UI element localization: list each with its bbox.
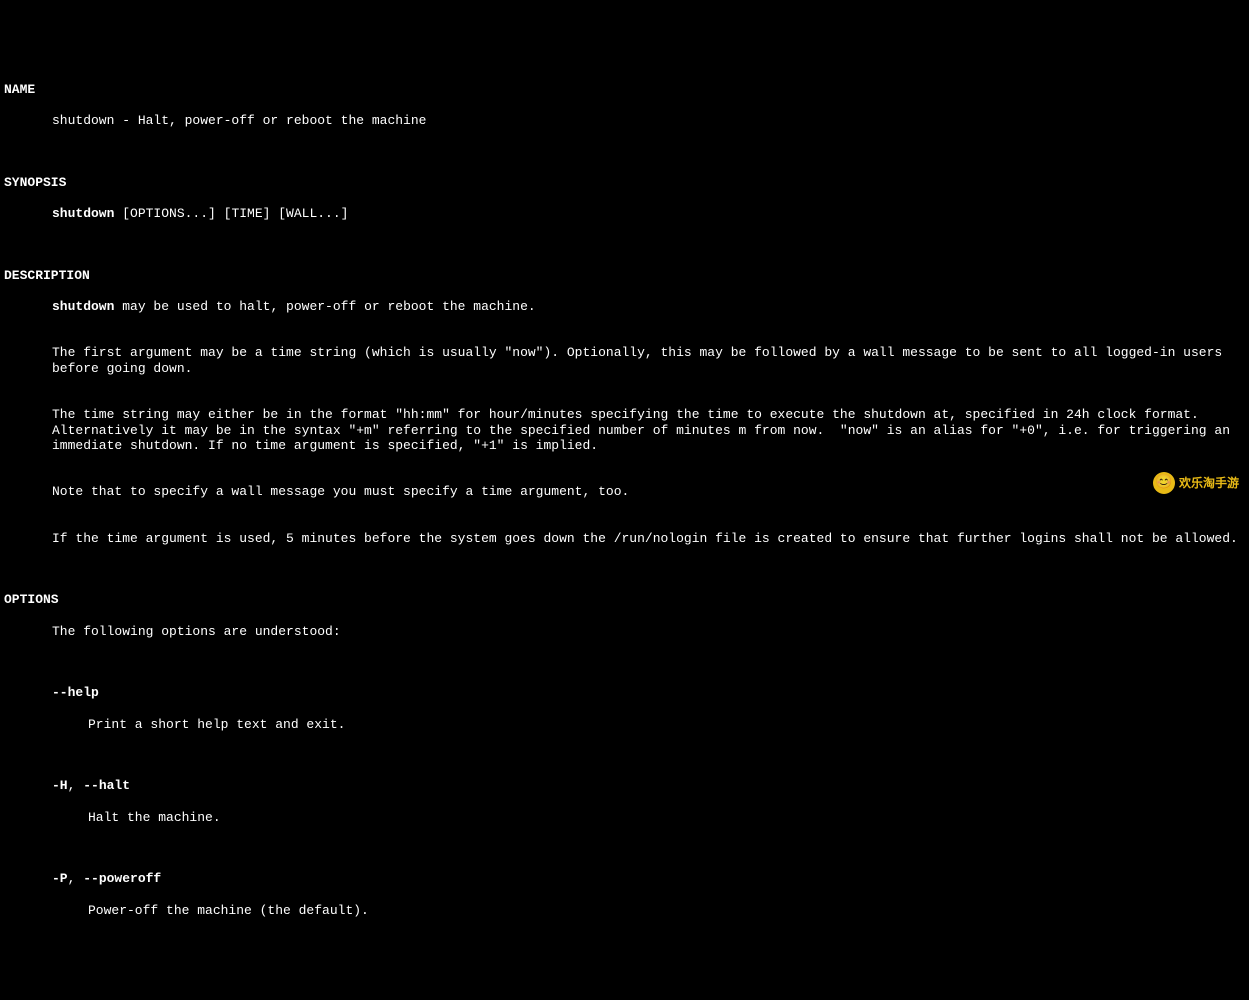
- smiley-icon: 😊: [1153, 472, 1175, 494]
- name-header: NAME: [4, 82, 1245, 98]
- synopsis-line: shutdown [OPTIONS...] [TIME] [WALL...]: [4, 206, 1245, 222]
- description-para2: The time string may either be in the for…: [4, 407, 1245, 454]
- synopsis-args: [OPTIONS...] [TIME] [WALL...]: [114, 206, 348, 221]
- description-para3: Note that to specify a wall message you …: [4, 484, 1245, 500]
- description-header: DESCRIPTION: [4, 268, 1245, 284]
- description-para4: If the time argument is used, 5 minutes …: [4, 531, 1245, 547]
- description-intro-text: may be used to halt, power-off or reboot…: [114, 299, 535, 314]
- man-page: NAME shutdown - Halt, power-off or reboo…: [4, 66, 1245, 933]
- description-intro: shutdown may be used to halt, power-off …: [4, 299, 1245, 315]
- synopsis-cmd: shutdown: [52, 206, 114, 221]
- options-intro: The following options are understood:: [4, 624, 1245, 640]
- option-help-flags: --help: [4, 685, 1245, 701]
- option-halt-flags: -H, --halt: [4, 778, 1245, 794]
- option-poweroff-flags: -P, --poweroff: [4, 871, 1245, 887]
- description-cmd: shutdown: [52, 299, 114, 314]
- option-halt-desc: Halt the machine.: [4, 810, 1245, 826]
- options-header: OPTIONS: [4, 592, 1245, 608]
- watermark: 😊 欢乐淘手游: [1153, 472, 1239, 494]
- description-para1: The first argument may be a time string …: [4, 345, 1245, 376]
- option-help-desc: Print a short help text and exit.: [4, 717, 1245, 733]
- synopsis-header: SYNOPSIS: [4, 175, 1245, 191]
- name-body: shutdown - Halt, power-off or reboot the…: [4, 113, 1245, 129]
- option-poweroff-desc: Power-off the machine (the default).: [4, 903, 1245, 919]
- watermark-text: 欢乐淘手游: [1179, 476, 1239, 490]
